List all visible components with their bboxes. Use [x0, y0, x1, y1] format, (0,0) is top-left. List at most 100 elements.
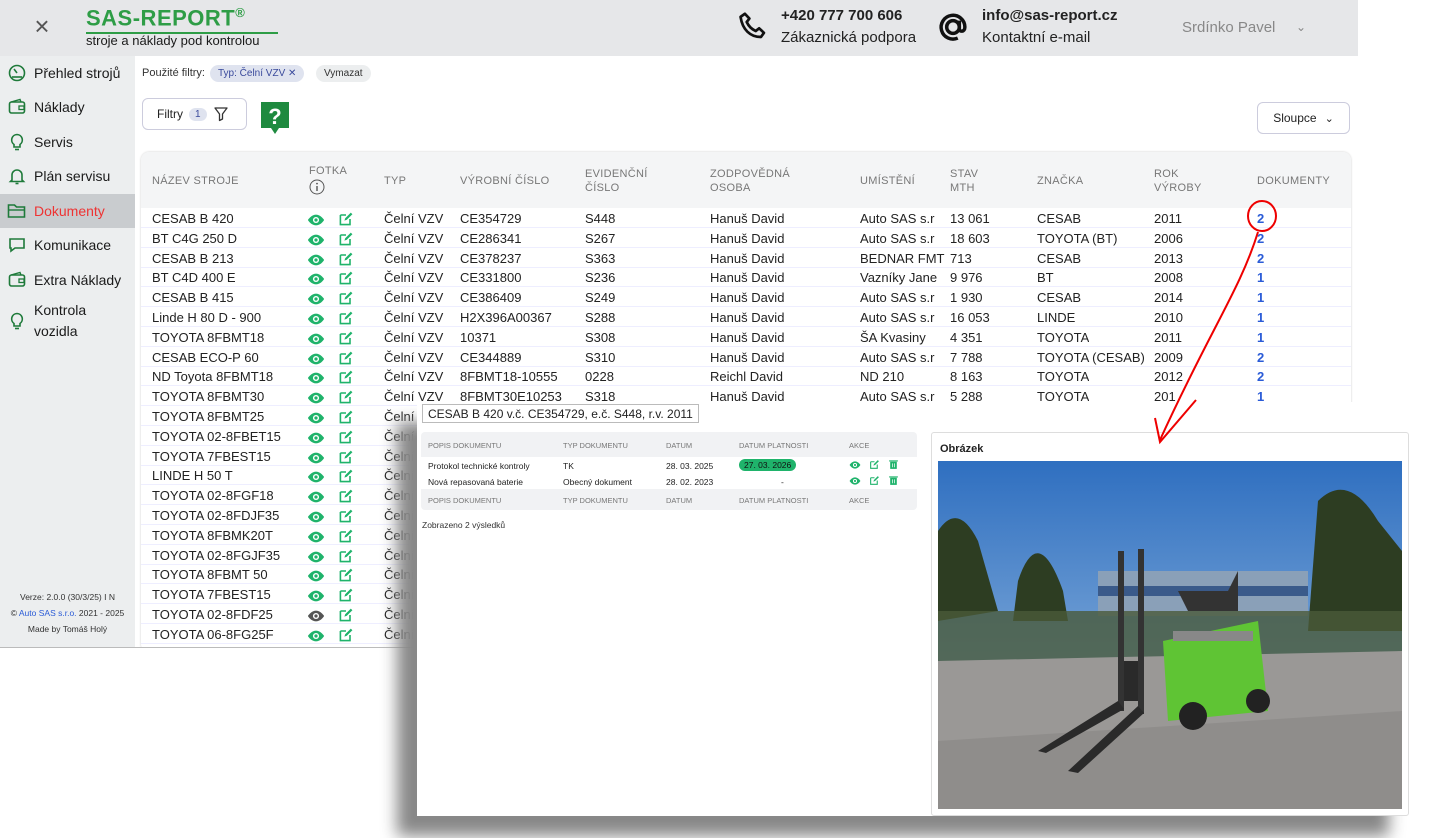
cell-location: Auto SAS s.r: [860, 230, 935, 246]
table-row[interactable]: BT C4D 400 E Čelní VZV CE331800 S236 Hanuš D…: [141, 267, 1351, 288]
cell-name: BT C4G 250 D: [152, 230, 238, 246]
cell-year: 2011: [1154, 329, 1182, 345]
document-row[interactable]: Protokol technické kontroly TK 28. 03. 202…: [421, 457, 917, 473]
cell-name: ND Toyota 8FBMT18: [152, 369, 274, 385]
trash-icon[interactable]: [888, 459, 899, 472]
table-row[interactable]: BT C4G 250 D Čelní VZV CE286341 S267 Hanuš D…: [141, 228, 1351, 248]
cell-brand: LINDE: [1037, 310, 1076, 325]
sidebar-item-plán-servisu[interactable]: Plán servisu: [0, 159, 135, 193]
col-location[interactable]: UMÍSTĚNÍ: [860, 174, 915, 188]
detail-title: CESAB B 420 v.č. CE354729, e.č. S448, r.…: [422, 404, 699, 423]
sidebar: Přehled strojů Náklady Servis Plán servisu D…: [0, 56, 135, 647]
col-mth[interactable]: STAV MTH: [950, 167, 978, 195]
documents-count-link[interactable]: 2: [1257, 251, 1264, 266]
col-name[interactable]: NÁZEV STROJE: [152, 174, 239, 188]
edit-icon[interactable]: [869, 475, 880, 488]
col-doc-type[interactable]: TYP DOKUMENTU: [563, 441, 628, 450]
filters-label: Použité filtry:: [142, 67, 205, 79]
sidebar-item-náklady[interactable]: Náklady: [0, 90, 135, 124]
col-actions: AKCE: [849, 441, 870, 450]
col-desc-footer: POPIS DOKUMENTU: [428, 496, 502, 505]
cell-year: 2013: [1154, 250, 1183, 266]
eye-icon[interactable]: [307, 627, 325, 647]
documents-count-link[interactable]: 1: [1257, 330, 1264, 345]
cell-type: Čelní VZV: [384, 211, 444, 226]
logo[interactable]: SAS-REPORT®: [86, 5, 278, 35]
eye-icon[interactable]: [849, 459, 861, 473]
table-row[interactable]: CESAB B 213 Čelní VZV CE378237 S363 Hanuš Da…: [141, 248, 1351, 268]
cell-name: TOYOTA 02-8FDJF35: [152, 508, 280, 523]
col-responsible[interactable]: ZODPOVĚDNÁ OSOBA: [710, 167, 790, 195]
validity-value: -: [781, 477, 784, 487]
version: Verze: 2.0.0 (30/3/25) I N: [20, 592, 115, 602]
sidebar-item-label: Plán servisu: [34, 167, 111, 184]
cell-serial: 10371: [460, 329, 497, 345]
documents-count-link[interactable]: 2: [1257, 211, 1264, 226]
cell-year: 2009: [1154, 349, 1183, 365]
cell-serial: H2X396A00367: [460, 310, 552, 325]
sidebar-item-servis[interactable]: Servis: [0, 125, 135, 159]
cell-evid: S267: [585, 230, 616, 246]
sidebar-item-extra-náklady[interactable]: Extra Náklady: [0, 263, 135, 297]
edit-icon[interactable]: [338, 627, 354, 646]
phone-contact[interactable]: +420 777 700 606 Zákaznická podpora: [781, 6, 916, 50]
close-icon[interactable]: ×: [30, 13, 54, 39]
documents-count-link[interactable]: 2: [1257, 350, 1264, 365]
col-date[interactable]: DATUM: [666, 441, 692, 450]
filters-button[interactable]: Filtry 1: [142, 98, 247, 130]
help-icon[interactable]: ?: [259, 100, 291, 136]
trash-icon[interactable]: [888, 475, 899, 488]
cell-mth: 13 061: [950, 211, 990, 226]
doc-type: Obecný dokument: [563, 477, 632, 487]
cell-type: Čelní VZV: [384, 349, 444, 365]
chevron-down-icon[interactable]: ⌄: [1296, 20, 1306, 34]
info-icon[interactable]: [309, 179, 325, 195]
email-contact[interactable]: info@sas-report.cz Kontaktní e-mail: [982, 6, 1117, 50]
edit-icon[interactable]: [869, 459, 880, 472]
sidebar-item-přehled-strojů[interactable]: Přehled strojů: [0, 56, 135, 90]
col-valid[interactable]: DATUM PLATNOSTI: [739, 441, 808, 450]
documents-count-link[interactable]: 2: [1257, 231, 1264, 246]
table-row[interactable]: CESAB B 420 Čelní VZV CE354729 S448 Hanuš Da…: [141, 208, 1351, 228]
sidebar-item-label: Dokumenty: [34, 202, 105, 219]
table-row[interactable]: ND Toyota 8FBMT18 Čelní VZV 8FBMT18-10555 0…: [141, 366, 1351, 387]
col-desc[interactable]: POPIS DOKUMENTU: [428, 441, 501, 450]
col-evid[interactable]: EVIDENČNÍ ČÍSLO: [585, 167, 648, 195]
table-row[interactable]: CESAB ECO-P 60 Čelní VZV CE344889 S310 Hanuš…: [141, 347, 1351, 367]
table-row[interactable]: TOYOTA 8FBMT18 Čelní VZV 10371 S308 Hanuš Da…: [141, 327, 1351, 347]
col-year[interactable]: ROK VÝROBY: [1154, 167, 1202, 195]
cell-brand: BT: [1037, 270, 1054, 286]
cell-name: TOYOTA 02-8FGF18: [152, 488, 274, 504]
user-menu[interactable]: Srdínko Pavel: [1182, 19, 1275, 36]
columns-button[interactable]: Sloupce ⌄: [1257, 102, 1350, 134]
eye-icon[interactable]: [849, 475, 861, 489]
cell-evid: 0228: [585, 369, 614, 385]
col-serial[interactable]: VÝROBNÍ ČÍSLO: [460, 174, 549, 188]
at-icon: [939, 13, 967, 41]
documents-count-link[interactable]: 1: [1257, 310, 1264, 325]
col-documents[interactable]: DOKUMENTY: [1257, 174, 1330, 188]
sidebar-item-dokumenty[interactable]: Dokumenty: [0, 194, 135, 228]
cell-year: 2011: [1154, 211, 1182, 226]
sidebar-item-komunikace[interactable]: Komunikace: [0, 228, 135, 262]
sidebar-item-kontrola-vozidla[interactable]: Kontrola vozidla: [0, 297, 135, 345]
col-type[interactable]: TYP: [384, 174, 406, 188]
col-photo[interactable]: FOTKA: [309, 164, 347, 178]
table-row[interactable]: CESAB B 415 Čelní VZV CE386409 S249 Hanuš Da…: [141, 287, 1351, 308]
top-bar: × SAS-REPORT® stroje a náklady pod kontr…: [0, 0, 1358, 56]
table-row[interactable]: Linde H 80 D - 900 Čelní VZV H2X396A00367 S…: [141, 307, 1351, 327]
documents-count-link[interactable]: 2: [1257, 369, 1264, 384]
clear-filters-button[interactable]: Vymazat: [316, 65, 371, 82]
cell-type: Čelní VZV: [384, 310, 444, 325]
document-row[interactable]: Nová repasovaná baterie Obecný dokument 28…: [421, 473, 917, 489]
cell-name: TOYOTA 8FBMK20T: [152, 527, 273, 543]
close-icon[interactable]: ✕: [288, 68, 296, 79]
filter-chip[interactable]: Typ: Čelní VZV ✕: [210, 65, 305, 82]
documents-count-link[interactable]: 1: [1257, 270, 1264, 285]
cell-evid: S249: [585, 290, 616, 306]
company-link[interactable]: Auto SAS s.r.o.: [19, 608, 77, 618]
validity-badge: 27. 03. 2026: [739, 459, 797, 471]
documents-count-link[interactable]: 1: [1257, 290, 1264, 305]
cell-name: TOYOTA 8FBMT30: [152, 389, 265, 405]
col-brand[interactable]: ZNAČKA: [1037, 174, 1083, 188]
